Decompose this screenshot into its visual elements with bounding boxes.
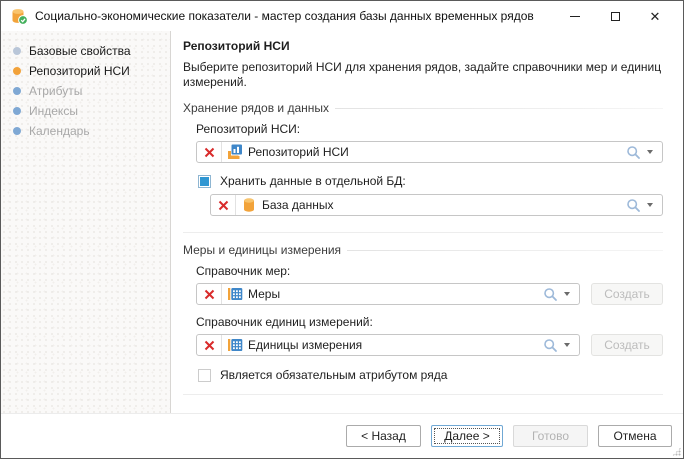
dropdown-arrow-icon[interactable] bbox=[564, 292, 570, 296]
create-units-button[interactable]: Создать bbox=[591, 334, 663, 356]
step-bullet-icon bbox=[13, 87, 21, 95]
main-panel: Репозиторий НСИ Выберите репозиторий НСИ… bbox=[171, 31, 683, 413]
sidebar-item-calendar[interactable]: Календарь bbox=[1, 121, 170, 141]
required-attr-checkbox[interactable] bbox=[198, 368, 211, 382]
units-label: Справочник единиц измерений: bbox=[196, 315, 373, 329]
sidebar-item-nsi-repository[interactable]: Репозиторий НСИ bbox=[1, 61, 170, 81]
measures-value: Меры bbox=[248, 287, 281, 301]
step-bullet-icon bbox=[13, 107, 21, 115]
minimize-button[interactable] bbox=[555, 1, 595, 31]
back-button[interactable]: < Назад bbox=[346, 425, 421, 447]
database-value: База данных bbox=[262, 198, 334, 212]
page-description: Выберите репозиторий НСИ для хранения ря… bbox=[183, 60, 662, 89]
red-x-icon bbox=[204, 289, 214, 299]
red-x-icon bbox=[204, 340, 214, 350]
database-icon bbox=[244, 198, 254, 212]
required-attr-label: Является обязательным атрибутом ряда bbox=[220, 368, 448, 382]
clear-button[interactable] bbox=[197, 142, 222, 162]
dialog-body: Базовые свойства Репозиторий НСИ Атрибут… bbox=[1, 31, 683, 413]
dictionary-icon bbox=[228, 339, 243, 351]
repository-icon bbox=[228, 144, 242, 159]
title-bar: Социально-экономические показатели - мас… bbox=[1, 1, 683, 31]
app-database-icon bbox=[12, 9, 28, 25]
minimize-icon bbox=[570, 15, 580, 17]
group-storage-label: Хранение рядов и данных bbox=[183, 101, 330, 115]
clear-button[interactable] bbox=[197, 335, 222, 355]
measures-row: Меры Создать bbox=[196, 283, 663, 305]
sidebar-item-basic-properties[interactable]: Базовые свойства bbox=[1, 41, 170, 61]
separator-line bbox=[347, 249, 663, 251]
red-x-icon bbox=[204, 147, 214, 157]
separator-line bbox=[335, 107, 663, 109]
wizard-window: Социально-экономические показатели - мас… bbox=[0, 0, 684, 459]
step-label: Индексы bbox=[29, 104, 78, 118]
group-measures-header: Меры и единицы измерения bbox=[183, 243, 663, 257]
units-row: Единицы измерения Создать bbox=[196, 334, 663, 356]
finish-button[interactable]: Готово bbox=[513, 425, 588, 447]
search-icon[interactable] bbox=[626, 145, 641, 160]
group-storage-header: Хранение рядов и данных bbox=[183, 101, 663, 115]
checkbox-check-icon bbox=[200, 176, 209, 186]
step-bullet-icon bbox=[13, 47, 21, 55]
repository-picker[interactable]: Репозиторий НСИ bbox=[196, 141, 663, 163]
group-measures-label: Меры и единицы измерения bbox=[183, 243, 342, 257]
search-icon[interactable] bbox=[626, 198, 641, 213]
measures-label: Справочник мер: bbox=[196, 264, 291, 278]
maximize-button[interactable] bbox=[595, 1, 635, 31]
separator-line bbox=[183, 232, 663, 233]
measures-picker[interactable]: Меры bbox=[196, 283, 580, 305]
red-x-icon bbox=[218, 200, 228, 210]
window-title: Социально-экономические показатели - мас… bbox=[35, 9, 534, 23]
sidebar-item-indexes[interactable]: Индексы bbox=[1, 101, 170, 121]
next-button[interactable]: Далее > bbox=[431, 425, 503, 447]
units-picker[interactable]: Единицы измерения bbox=[196, 334, 580, 356]
search-icon[interactable] bbox=[543, 338, 558, 353]
maximize-icon bbox=[610, 11, 620, 21]
repository-label: Репозиторий НСИ: bbox=[196, 122, 301, 136]
wizard-steps-sidebar: Базовые свойства Репозиторий НСИ Атрибут… bbox=[1, 31, 171, 413]
button-bar: < Назад Далее > Готово Отмена bbox=[1, 413, 683, 458]
step-label: Атрибуты bbox=[29, 84, 83, 98]
search-icon[interactable] bbox=[543, 287, 558, 302]
dropdown-arrow-icon[interactable] bbox=[647, 150, 653, 154]
clear-button[interactable] bbox=[211, 195, 236, 215]
step-label: Календарь bbox=[29, 124, 90, 138]
database-picker[interactable]: База данных bbox=[210, 194, 663, 216]
page-title: Репозиторий НСИ bbox=[183, 39, 290, 53]
dropdown-arrow-icon[interactable] bbox=[647, 203, 653, 207]
separate-db-check-row: Хранить данные в отдельной БД: bbox=[198, 174, 663, 188]
units-value: Единицы измерения bbox=[248, 338, 363, 352]
step-label: Репозиторий НСИ bbox=[29, 64, 130, 78]
required-attr-check-row: Является обязательным атрибутом ряда bbox=[198, 368, 663, 382]
separate-db-checkbox[interactable] bbox=[198, 174, 211, 188]
sidebar-item-attributes[interactable]: Атрибуты bbox=[1, 81, 170, 101]
step-label: Базовые свойства bbox=[29, 44, 131, 58]
step-bullet-icon bbox=[13, 127, 21, 135]
create-measures-button[interactable]: Создать bbox=[591, 283, 663, 305]
cancel-button[interactable]: Отмена bbox=[598, 425, 672, 447]
repository-value: Репозиторий НСИ bbox=[248, 145, 349, 159]
dictionary-icon bbox=[228, 288, 243, 300]
clear-button[interactable] bbox=[197, 284, 222, 304]
window-controls: ✕ bbox=[555, 1, 675, 31]
dropdown-arrow-icon[interactable] bbox=[564, 343, 570, 347]
step-bullet-icon bbox=[13, 67, 21, 75]
separator-line bbox=[183, 394, 663, 395]
close-icon: ✕ bbox=[649, 8, 661, 24]
separate-db-label: Хранить данные в отдельной БД: bbox=[220, 174, 406, 188]
close-button[interactable]: ✕ bbox=[635, 1, 675, 31]
